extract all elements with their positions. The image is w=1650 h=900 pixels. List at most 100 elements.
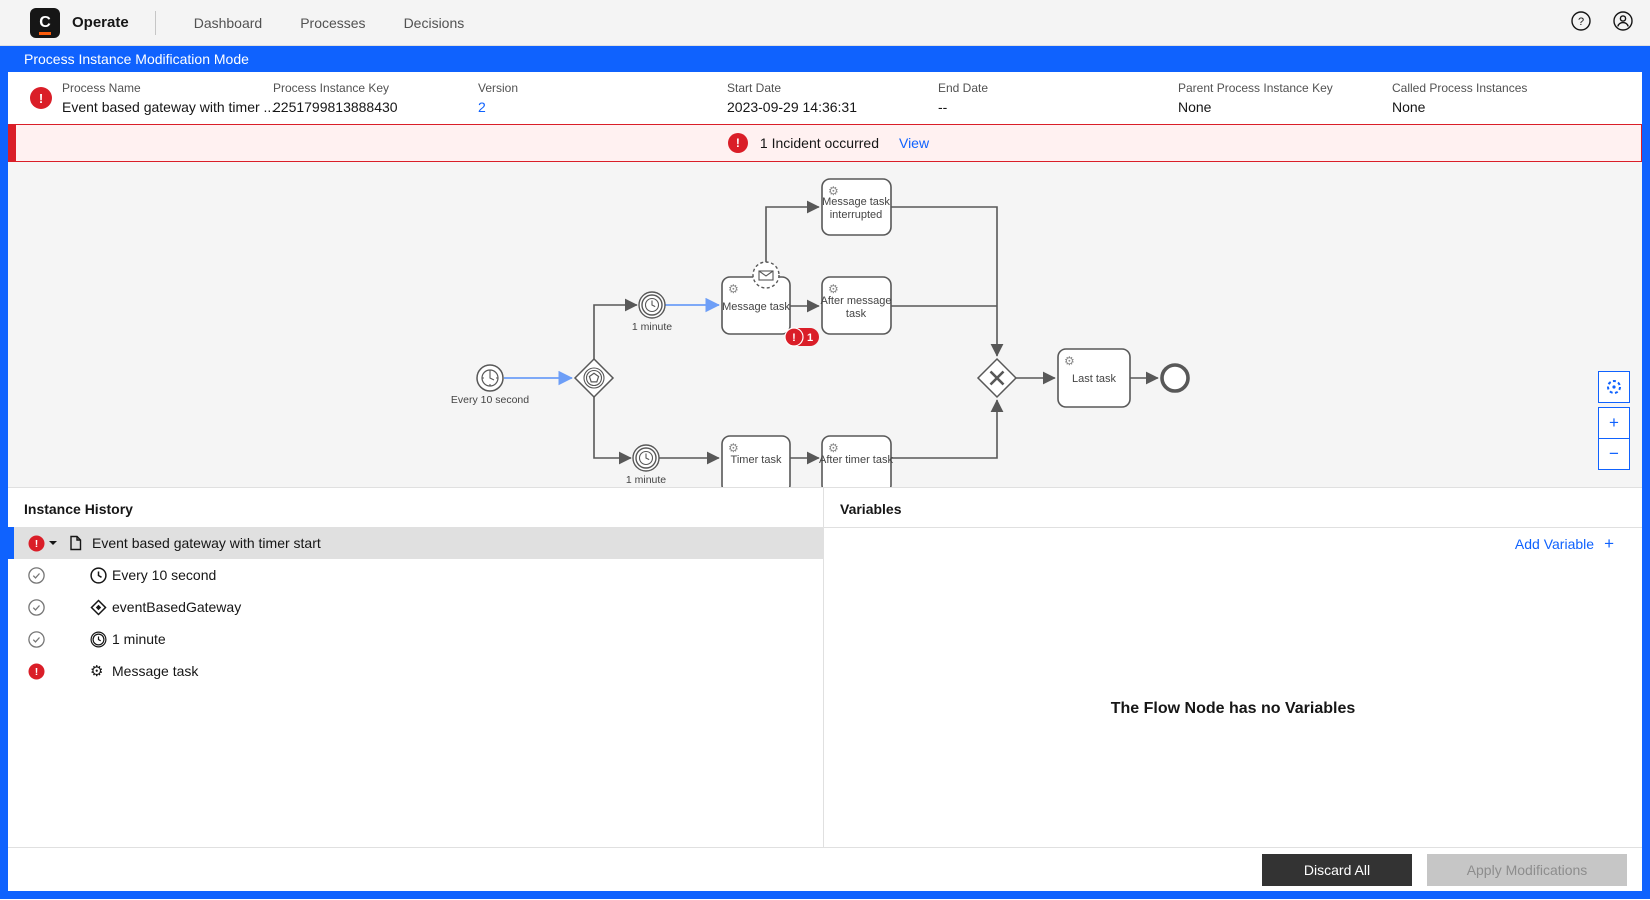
service-task-gear-icon: ⚙	[1064, 354, 1075, 368]
message-boundary-event-icon[interactable]	[752, 261, 780, 289]
completed-state-icon	[28, 566, 45, 584]
exclusive-gateway[interactable]	[976, 357, 1018, 399]
svg-text:task: task	[846, 308, 867, 320]
incident-state-icon: !	[28, 535, 45, 552]
intermediate-timer-event-top[interactable]: 1 minute	[632, 291, 672, 333]
service-task-gear-icon: ⚙	[828, 441, 839, 455]
task-timer-task[interactable]: ⚙ Timer task	[721, 435, 791, 494]
incident-state-icon: !	[28, 663, 45, 680]
version-link[interactable]: 2	[478, 99, 518, 115]
service-task-gear-icon: ⚙	[728, 441, 739, 455]
instance-header: ! Process Name Event based gateway with …	[8, 72, 1642, 124]
timer-top-label: 1 minute	[632, 321, 672, 333]
field-start-date: Start Date 2023-09-29 14:36:31	[727, 81, 857, 115]
discard-all-button[interactable]: Discard All	[1262, 853, 1412, 886]
instance-history-title: Instance History	[24, 501, 133, 517]
history-row-label: eventBasedGateway	[112, 599, 242, 615]
history-row-label: Message task	[112, 663, 199, 679]
zoom-out-button[interactable]: −	[1598, 438, 1630, 470]
task-after-message-task[interactable]: ⚙ After message task	[821, 276, 892, 335]
field-version: Version 2	[478, 81, 519, 115]
end-event[interactable]	[1160, 363, 1190, 393]
event-based-gateway[interactable]	[573, 357, 615, 399]
diagram-controls: + −	[1598, 371, 1630, 470]
service-task-gear-icon: ⚙	[90, 662, 104, 680]
start-event-label: Every 10 second	[451, 394, 529, 406]
svg-text:Message task: Message task	[722, 301, 790, 313]
incident-banner: ! 1 Incident occurred View	[8, 124, 1642, 162]
timer-intermediate-icon	[90, 630, 107, 648]
history-row-process-root[interactable]: ! Event based gateway with timer start	[8, 527, 823, 559]
diagram-reset-button[interactable]	[1598, 371, 1630, 403]
task-message-task-interrupted[interactable]: ⚙ Message task interrupted	[821, 178, 892, 236]
history-row-every-10-second[interactable]: Every 10 second	[8, 559, 823, 591]
timer-start-icon	[90, 566, 107, 584]
start-event-every-10-second[interactable]: Every 10 second	[451, 364, 529, 406]
task-after-timer-task[interactable]: ⚙ After timer task	[819, 435, 893, 494]
modification-mode-banner: Process Instance Modification Mode	[0, 46, 1650, 72]
bpmn-canvas: Every 10 second 1 minute ⚙ Message task …	[451, 178, 1190, 494]
history-row-label: 1 minute	[112, 631, 166, 647]
service-task-gear-icon: ⚙	[728, 282, 739, 296]
add-variable-button[interactable]: Add Variable +	[1515, 534, 1614, 554]
apply-modifications-button[interactable]: Apply Modifications	[1427, 853, 1627, 886]
plus-icon: +	[1604, 534, 1614, 553]
task-last-task[interactable]: ⚙ Last task	[1057, 348, 1131, 408]
nav-item-dashboard[interactable]: Dashboard	[194, 15, 263, 31]
modification-frame: ! Process Name Event based gateway with …	[0, 72, 1650, 899]
history-row-label: Every 10 second	[112, 567, 217, 583]
svg-text:!: !	[792, 332, 796, 344]
field-end-date: End Date --	[938, 81, 989, 115]
chevron-down-icon[interactable]	[47, 537, 59, 549]
intermediate-timer-event-bottom[interactable]: 1 minute	[626, 444, 666, 486]
user-profile-icon[interactable]	[1612, 10, 1634, 37]
svg-text:Last task: Last task	[1072, 373, 1117, 385]
history-row-1-minute[interactable]: 1 minute	[8, 623, 823, 655]
incident-count-badge: ! 1	[784, 327, 819, 347]
history-row-event-based-gateway[interactable]: eventBasedGateway	[8, 591, 823, 623]
completed-state-icon	[28, 630, 45, 648]
svg-text:!: !	[35, 666, 39, 678]
incident-message: 1 Incident occurred	[759, 135, 879, 151]
camunda-logo: C	[30, 7, 60, 38]
history-row-message-task[interactable]: ! ⚙ Message task	[8, 655, 823, 687]
svg-text:1: 1	[807, 332, 813, 344]
variables-panel: Variables Add Variable + The Flow Node h…	[824, 488, 1642, 847]
task-message-task[interactable]: ⚙ Message task ! 1	[721, 261, 819, 347]
modification-footer: Discard All Apply Modifications	[8, 847, 1642, 891]
timer-bottom-label: 1 minute	[626, 474, 666, 486]
zoom-in-button[interactable]: +	[1598, 407, 1630, 439]
service-task-gear-icon: ⚙	[828, 282, 839, 296]
variables-empty-message: The Flow Node has no Variables	[1110, 700, 1356, 717]
svg-text:Timer task: Timer task	[731, 454, 782, 466]
nav-item-processes[interactable]: Processes	[300, 15, 365, 31]
incident-state-icon: !	[30, 87, 52, 109]
nav-item-decisions[interactable]: Decisions	[404, 15, 465, 31]
field-process-name: Process Name Event based gateway with ti…	[62, 81, 276, 115]
gateway-icon	[90, 598, 107, 616]
help-icon[interactable]: ?	[1570, 10, 1592, 37]
svg-text:?: ?	[1578, 16, 1584, 28]
completed-state-icon	[28, 598, 45, 616]
app-title: Operate	[72, 14, 129, 31]
instance-history-panel: Instance History ! Event based gateway w…	[8, 488, 824, 847]
nav-divider	[154, 10, 156, 35]
svg-text:Message task: Message task	[822, 196, 890, 208]
variables-title: Variables	[824, 488, 1642, 528]
svg-text:After message: After message	[821, 295, 892, 307]
field-parent-process-instance-key: Parent Process Instance Key None	[1178, 81, 1333, 115]
svg-text:!: !	[35, 538, 39, 550]
history-row-label: Event based gateway with timer start	[92, 535, 321, 551]
svg-text:interrupted: interrupted	[830, 209, 883, 221]
field-called-process-instances: Called Process Instances None	[1392, 81, 1528, 115]
logo-letter: C	[39, 13, 51, 31]
incident-icon: !	[727, 133, 748, 153]
top-nav: C Operate Dashboard Processes Decisions …	[0, 0, 1650, 46]
reset-viewport-icon	[1607, 380, 1621, 394]
process-document-icon	[68, 535, 83, 551]
highlighted-sequence-flows	[504, 297, 720, 386]
svg-text:After timer task: After timer task	[819, 454, 893, 466]
field-process-instance-key: Process Instance Key 2251799813888430	[273, 81, 398, 115]
incident-view-link[interactable]: View	[899, 135, 929, 151]
bpmn-diagram[interactable]: Every 10 second 1 minute ⚙ Message task …	[8, 162, 1642, 494]
